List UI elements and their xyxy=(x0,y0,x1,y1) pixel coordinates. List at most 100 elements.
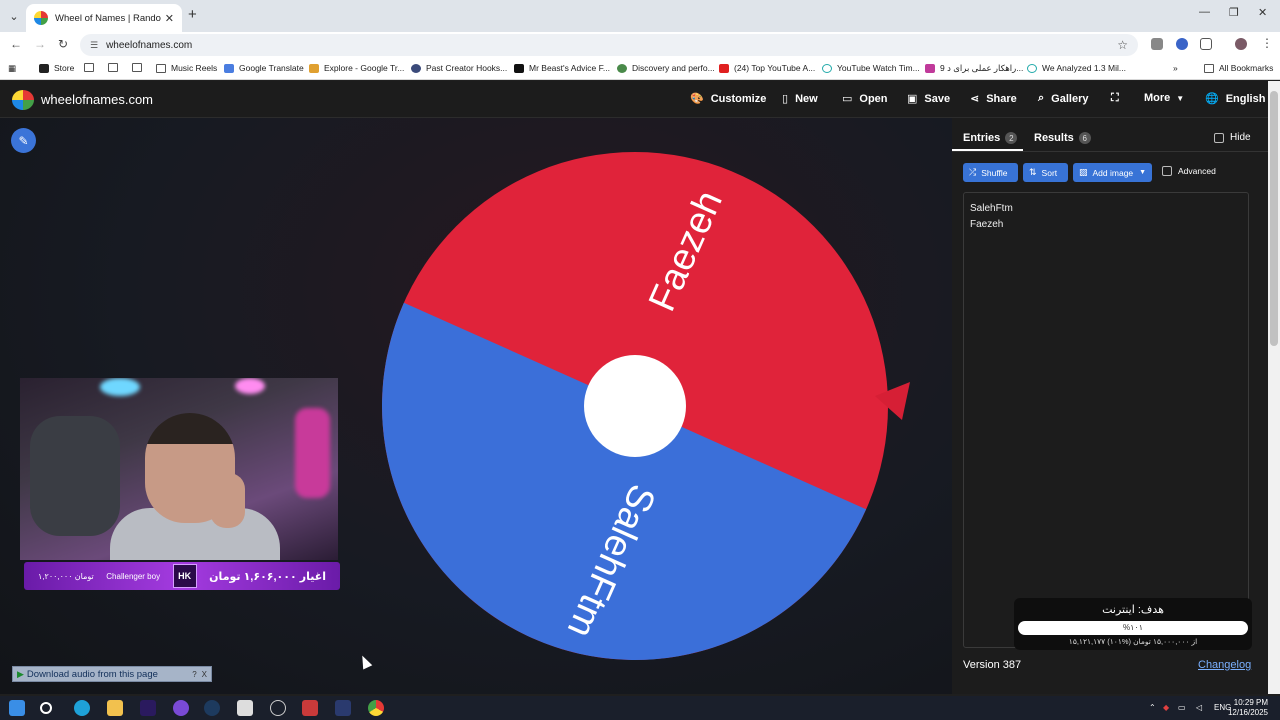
network-icon[interactable]: ▭ xyxy=(1178,703,1186,712)
tab-results[interactable]: Results 6 xyxy=(1034,132,1091,144)
all-bookmarks[interactable]: All Bookmarks xyxy=(1204,63,1273,73)
new-button[interactable]: ▯ New xyxy=(782,92,818,106)
bookmark-folder[interactable] xyxy=(84,63,99,72)
maximize-icon[interactable]: ❐ xyxy=(1229,6,1239,19)
download-audio-bar[interactable]: ▶ Download audio from this page ? X xyxy=(12,666,212,682)
entry-line: SalehFtm xyxy=(970,203,1013,214)
wheel-center-button[interactable] xyxy=(584,355,686,457)
extension-icon[interactable] xyxy=(1151,38,1163,50)
forward-icon[interactable]: → xyxy=(34,37,46,51)
bookmark-folder[interactable] xyxy=(132,63,147,72)
folder-open-icon: ▭ xyxy=(842,93,853,105)
bookmark-folder[interactable] xyxy=(108,63,123,72)
shuffle-button[interactable]: ⤮ Shuffle xyxy=(963,163,1018,182)
bookmark-item[interactable]: Mr Beast's Advice F... xyxy=(514,63,610,73)
donation-amount: ۱,۲۰۰,۰۰۰ تومان xyxy=(38,571,94,581)
brand-title[interactable]: wheelofnames.com xyxy=(41,92,153,107)
taskbar-clock[interactable]: 10:29 PM 12/16/2025 xyxy=(1228,698,1268,718)
checkbox-icon xyxy=(1214,132,1224,143)
bookmark-item[interactable]: YouTube Watch Tim... xyxy=(822,63,920,73)
back-icon[interactable]: ← xyxy=(10,37,22,51)
tray-app-icon[interactable]: ◆ xyxy=(1163,703,1169,712)
app-header: wheelofnames.com 🎨 Customize ▯ New ▭ Open ▣… xyxy=(0,81,1280,118)
new-tab-icon[interactable]: + xyxy=(188,6,197,23)
tab-search-icon[interactable]: ⌄ xyxy=(6,8,22,24)
edge-icon[interactable] xyxy=(74,700,90,716)
file-explorer-icon[interactable] xyxy=(107,700,123,716)
help-icon[interactable]: ? xyxy=(192,670,196,679)
language-button[interactable]: 🌐 English xyxy=(1205,92,1265,106)
close-tab-icon[interactable]: ✕ xyxy=(165,12,174,25)
bookmark-item[interactable]: Google Translate xyxy=(224,63,304,73)
chevron-down-icon: ▼ xyxy=(1139,169,1147,176)
donation-goal-widget: هدف: اینترنت %۱۰۱ ۱۵,۱۲۱,۱۷۷ از ۱۵,۰۰۰,۰… xyxy=(1014,598,1252,650)
steam-icon[interactable] xyxy=(204,700,220,716)
entries-textarea[interactable]: SalehFtm Faezeh xyxy=(963,192,1249,648)
tab-entries[interactable]: Entries 2 xyxy=(963,132,1018,144)
obs-icon[interactable] xyxy=(270,700,286,716)
chrome-icon[interactable] xyxy=(368,700,384,716)
bookmark-item[interactable]: We Analyzed 1.3 Mil... xyxy=(1027,63,1126,73)
tab-title: Wheel of Names | Random name xyxy=(55,12,161,24)
close-window-icon[interactable]: ✕ xyxy=(1258,6,1267,19)
site-settings-icon[interactable]: ☰ xyxy=(90,40,98,51)
app-icon[interactable] xyxy=(173,700,189,716)
webcam-person-hand xyxy=(210,473,245,528)
sort-button[interactable]: ⇅ Sort xyxy=(1023,163,1068,182)
share-button[interactable]: ⋖ Share xyxy=(970,92,1017,106)
gallery-button[interactable]: ⌕ Gallery xyxy=(1038,92,1088,105)
apps-grid-icon[interactable]: ▦ xyxy=(8,63,16,74)
url-text: wheelofnames.com xyxy=(106,39,193,51)
profile-avatar[interactable] xyxy=(1235,38,1247,50)
results-count-badge: 6 xyxy=(1078,132,1091,144)
extension-icon[interactable] xyxy=(1176,38,1188,50)
store-icon[interactable] xyxy=(237,700,253,716)
bookmark-item[interactable]: Explore - Google Tr... xyxy=(309,63,404,73)
search-icon[interactable] xyxy=(40,702,52,714)
extensions-puzzle-icon[interactable] xyxy=(1200,38,1212,50)
fullscreen-icon[interactable]: ⛶ xyxy=(1111,92,1126,105)
wheel-area: ✎ Faezeh SalehFtm ۱,۲۰۰,۰۰۰ تومان Challe… xyxy=(0,118,952,694)
browser-tab[interactable]: Wheel of Names | Random name ✕ xyxy=(26,4,182,32)
customize-button[interactable]: 🎨 Customize xyxy=(690,92,766,106)
spin-wheel[interactable]: Faezeh SalehFtm xyxy=(370,144,920,668)
address-bar[interactable]: ☰ wheelofnames.com ☆ xyxy=(80,34,1138,56)
advanced-checkbox[interactable]: Advanced xyxy=(1162,166,1216,176)
webcam-light xyxy=(295,408,330,498)
edit-pencil-icon[interactable]: ✎ xyxy=(11,128,36,153)
bookmark-folder[interactable]: Music Reels xyxy=(156,63,217,73)
save-button[interactable]: ▣ Save xyxy=(907,92,950,106)
bookmark-star-icon[interactable]: ☆ xyxy=(1117,38,1128,52)
hk-badge: HK xyxy=(172,564,197,588)
file-icon: ▯ xyxy=(782,93,789,105)
tray-chevron-icon[interactable]: ⌃ xyxy=(1149,703,1156,712)
add-image-button[interactable]: ▨ Add image ▼ xyxy=(1073,163,1152,182)
bookmark-item[interactable]: Store xyxy=(39,63,74,73)
reload-icon[interactable]: ↻ xyxy=(58,37,68,51)
page-scrollbar[interactable] xyxy=(1268,81,1280,694)
app-icon[interactable] xyxy=(302,700,318,716)
close-icon[interactable]: X xyxy=(202,670,207,679)
scrollbar-thumb[interactable] xyxy=(1270,91,1278,346)
changelog-link[interactable]: Changelog xyxy=(1198,659,1251,671)
volume-icon[interactable]: ◁ xyxy=(1196,703,1202,712)
more-bookmarks-icon[interactable]: » xyxy=(1173,63,1178,73)
start-icon[interactable] xyxy=(9,700,25,716)
bookmark-item[interactable]: 9 راهکار عملی برای د... xyxy=(925,63,1023,74)
webcam-light xyxy=(100,378,140,396)
open-button[interactable]: ▭ Open xyxy=(842,92,888,106)
browser-menu-icon[interactable]: ⋮ xyxy=(1261,36,1273,50)
minimize-icon[interactable]: — xyxy=(1199,6,1210,18)
wheel-logo-icon[interactable] xyxy=(12,90,34,110)
premiere-icon[interactable] xyxy=(140,700,156,716)
bookmark-item[interactable]: Past Creator Hooks... xyxy=(411,63,507,73)
tab-divider xyxy=(952,151,1268,152)
bookmark-item[interactable]: Discovery and perfo... xyxy=(617,63,715,73)
hide-checkbox[interactable]: Hide xyxy=(1214,132,1251,143)
webcam-chair xyxy=(30,416,120,536)
more-button[interactable]: More ▼ xyxy=(1144,92,1184,104)
bookmark-item[interactable]: (24) Top YouTube A... xyxy=(719,63,815,73)
entry-line: Faezeh xyxy=(970,219,1004,230)
version-label: Version 387 xyxy=(963,659,1022,671)
app-icon[interactable] xyxy=(335,700,351,716)
